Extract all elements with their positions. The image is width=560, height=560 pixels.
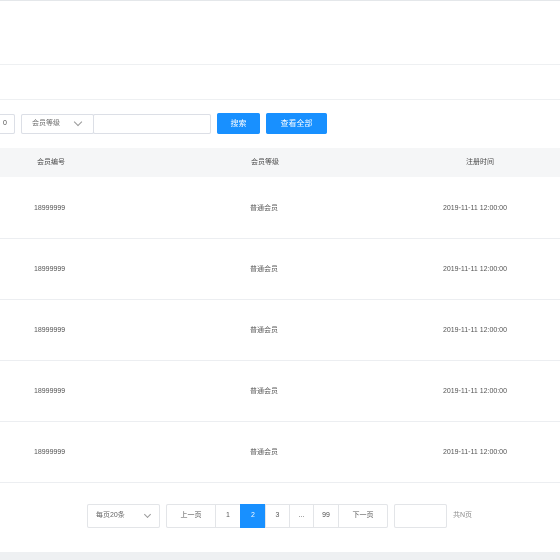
page-size-select[interactable]: 每页20条 bbox=[87, 504, 160, 528]
page-button-1[interactable]: 1 bbox=[215, 504, 241, 528]
page-ellipsis: ... bbox=[289, 504, 314, 528]
column-header-member-id: 会员编号 bbox=[37, 159, 65, 166]
member-level-cell: 普通会员 bbox=[250, 327, 278, 334]
prev-page-button[interactable]: 上一页 bbox=[166, 504, 216, 528]
member-level-cell: 普通会员 bbox=[250, 388, 278, 395]
table-row: 18999999 普通会员 2019-11-11 12:00:00 bbox=[0, 361, 560, 422]
column-header-registered: 注册时间 bbox=[466, 159, 494, 166]
chevron-down-icon bbox=[143, 510, 152, 519]
search-button[interactable]: 搜索 bbox=[217, 113, 260, 134]
top-bar bbox=[0, 1, 560, 65]
member-level-select[interactable]: 会员等级 bbox=[21, 114, 94, 134]
table-row: 18999999 普通会员 2019-11-11 12:00:00 bbox=[0, 422, 560, 483]
partial-input[interactable]: 0 bbox=[0, 114, 15, 134]
page-button-99[interactable]: 99 bbox=[313, 504, 339, 528]
bottom-strip bbox=[0, 552, 560, 560]
registered-time-cell: 2019-11-11 12:00:00 bbox=[443, 449, 507, 456]
table-row: 18999999 普通会员 2019-11-11 12:00:00 bbox=[0, 239, 560, 300]
registered-time-cell: 2019-11-11 12:00:00 bbox=[443, 266, 507, 273]
search-input[interactable] bbox=[93, 114, 211, 134]
next-page-button[interactable]: 下一页 bbox=[338, 504, 388, 528]
chevron-down-icon bbox=[73, 117, 83, 127]
member-id-cell: 18999999 bbox=[34, 388, 66, 395]
registered-time-cell: 2019-11-11 12:00:00 bbox=[443, 327, 507, 334]
view-all-button[interactable]: 查看全部 bbox=[266, 113, 327, 134]
page-button-3[interactable]: 3 bbox=[265, 504, 290, 528]
table-row: 18999999 普通会员 2019-11-11 12:00:00 bbox=[0, 178, 560, 239]
registered-time-cell: 2019-11-11 12:00:00 bbox=[443, 388, 507, 395]
member-level-cell: 普通会员 bbox=[250, 266, 278, 273]
page-jump-input[interactable] bbox=[394, 504, 447, 528]
member-level-cell: 普通会员 bbox=[250, 205, 278, 212]
page-size-label: 每页20条 bbox=[96, 512, 125, 519]
content-panel: 0 会员等级 搜索 查看全部 会员编号 会员等级 注册时间 18999999 普… bbox=[0, 0, 560, 556]
column-header-member-level: 会员等级 bbox=[251, 159, 279, 166]
divider bbox=[0, 99, 560, 100]
member-id-cell: 18999999 bbox=[34, 205, 66, 212]
member-id-cell: 18999999 bbox=[34, 327, 66, 334]
total-pages-label: 共N页 bbox=[453, 512, 473, 519]
table-header: 会员编号 会员等级 注册时间 bbox=[0, 148, 560, 177]
page-button-2[interactable]: 2 bbox=[240, 504, 266, 528]
member-id-cell: 18999999 bbox=[34, 449, 66, 456]
member-level-cell: 普通会员 bbox=[250, 449, 278, 456]
member-id-cell: 18999999 bbox=[34, 266, 66, 273]
registered-time-cell: 2019-11-11 12:00:00 bbox=[443, 205, 507, 212]
member-level-select-label: 会员等级 bbox=[32, 120, 60, 127]
table-row: 18999999 普通会员 2019-11-11 12:00:00 bbox=[0, 300, 560, 361]
